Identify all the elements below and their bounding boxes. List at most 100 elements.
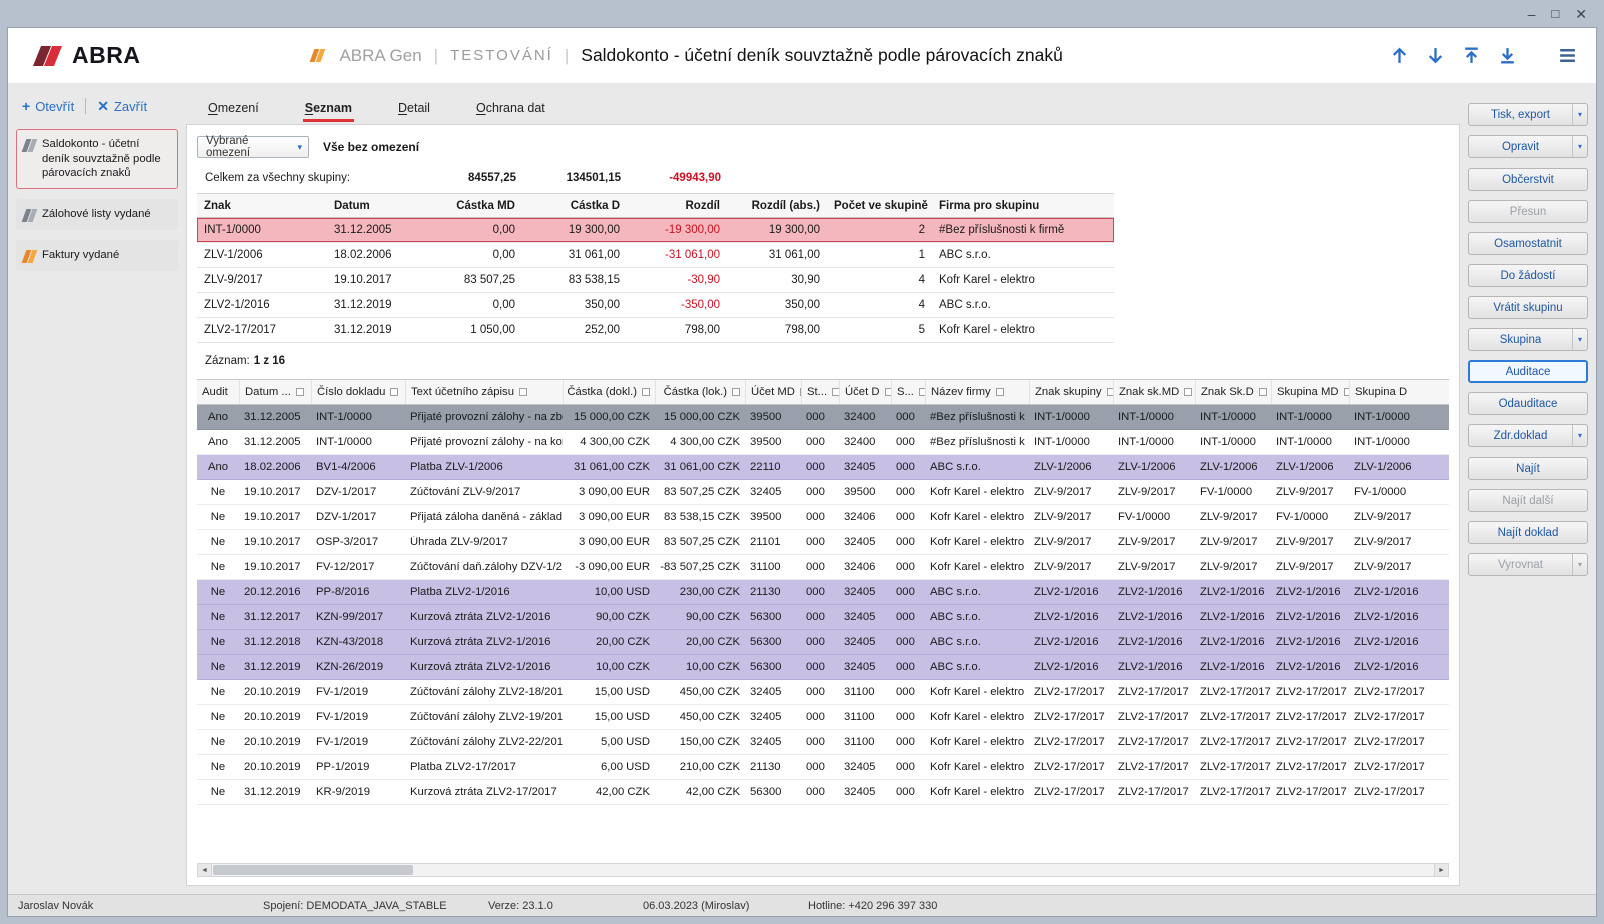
group-row[interactable]: ZLV-1/200618.02.20060,0031 061,00-31 061… bbox=[197, 243, 1114, 268]
horizontal-scrollbar[interactable]: ◄ ► bbox=[197, 863, 1449, 877]
arrow-to-top-icon[interactable] bbox=[1461, 45, 1482, 66]
groups-column-castka-md[interactable]: Částka MD bbox=[417, 200, 522, 212]
opravit-button[interactable]: Opravit▾ bbox=[1468, 135, 1588, 158]
najit-button[interactable]: Najít bbox=[1468, 457, 1588, 480]
open-button[interactable]: + Otevřít bbox=[22, 98, 74, 114]
journal-cell: Ne bbox=[197, 736, 239, 748]
tisk-export-button[interactable]: Tisk, export▾ bbox=[1468, 103, 1588, 126]
groups-column-datum[interactable]: Datum bbox=[327, 200, 417, 212]
vratit-skupinu-button[interactable]: Vrátit skupinu bbox=[1468, 296, 1588, 319]
odauditace-button[interactable]: Odauditace bbox=[1468, 392, 1588, 415]
filter-icon[interactable] bbox=[832, 388, 839, 396]
osamostatnit-button[interactable]: Osamostatnit bbox=[1468, 232, 1588, 255]
journal-row[interactable]: Ano31.12.2005INT-1/0000Přijaté provozní … bbox=[197, 405, 1449, 430]
journal-column-znak-sk-d[interactable]: Znak Sk.D bbox=[1195, 380, 1271, 404]
journal-row[interactable]: Ne31.12.2019KR-9/2019Kurzová ztráta ZLV2… bbox=[197, 780, 1449, 805]
journal-cell: Ne bbox=[197, 661, 239, 673]
journal-column-ucet-md[interactable]: Účet MD bbox=[745, 380, 801, 404]
journal-row[interactable]: Ne19.10.2017DZV-1/2017Zúčtování ZLV-9/20… bbox=[197, 480, 1449, 505]
filter-icon[interactable] bbox=[996, 388, 1004, 396]
journal-cell: ZLV2-17/2017 bbox=[1195, 686, 1271, 698]
najit-doklad-button[interactable]: Najít doklad bbox=[1468, 521, 1588, 544]
filter-icon[interactable] bbox=[642, 388, 650, 396]
journal-row[interactable]: Ne20.12.2016PP-8/2016Platba ZLV2-1/20161… bbox=[197, 580, 1449, 605]
groups-column-rozdil-abs[interactable]: Rozdíl (abs.) bbox=[727, 200, 827, 212]
group-row[interactable]: ZLV2-1/201631.12.20190,00350,00-350,0035… bbox=[197, 293, 1114, 318]
journal-column-cislo-dokladu[interactable]: Číslo dokladu bbox=[311, 380, 405, 404]
journal-column-castka-lok[interactable]: Částka (lok.) bbox=[655, 380, 745, 404]
menu-icon[interactable] bbox=[1557, 45, 1578, 66]
arrow-up-icon[interactable] bbox=[1389, 45, 1410, 66]
journal-column-nazev-firmy[interactable]: Název firmy bbox=[925, 380, 1029, 404]
journal-row[interactable]: Ne31.12.2018KZN-43/2018Kurzová ztráta ZL… bbox=[197, 630, 1449, 655]
obcerstvit-button[interactable]: Občerstvit bbox=[1468, 168, 1588, 191]
close-icon[interactable]: ✕ bbox=[1575, 7, 1587, 21]
journal-row[interactable]: Ne19.10.2017OSP-3/2017Úhrada ZLV-9/20173… bbox=[197, 530, 1449, 555]
group-row[interactable]: ZLV2-17/201731.12.20191 050,00252,00798,… bbox=[197, 318, 1114, 343]
journal-row[interactable]: Ano31.12.2005INT-1/0000Přijaté provozní … bbox=[197, 430, 1449, 455]
journal-column-castka-dokl[interactable]: Částka (dokl.) bbox=[563, 380, 655, 404]
groups-column-znak[interactable]: Znak bbox=[197, 200, 327, 212]
skupina-button[interactable]: Skupina▾ bbox=[1468, 328, 1588, 351]
module-icon bbox=[22, 249, 37, 263]
group-row[interactable]: INT-1/000031.12.20050,0019 300,00-19 300… bbox=[197, 218, 1114, 243]
filter-icon[interactable] bbox=[1259, 388, 1267, 396]
auditace-button[interactable]: Auditace bbox=[1468, 360, 1588, 383]
filter-icon[interactable] bbox=[732, 388, 740, 396]
scroll-left-icon[interactable]: ◄ bbox=[198, 864, 212, 876]
close-tab-button[interactable]: ✕ Zavřít bbox=[97, 98, 147, 115]
filter-icon[interactable] bbox=[296, 388, 304, 396]
tab-seznam[interactable]: Seznam bbox=[303, 93, 354, 123]
journal-cell: ZLV2-17/2017 bbox=[1113, 711, 1195, 723]
journal-column-s[interactable]: S... bbox=[891, 380, 925, 404]
tab-omezeni[interactable]: Omezení bbox=[206, 93, 261, 123]
journal-row[interactable]: Ne31.12.2019KZN-26/2019Kurzová ztráta ZL… bbox=[197, 655, 1449, 680]
journal-column-text-ucetniho-zapisu[interactable]: Text účetního zápisu bbox=[405, 380, 563, 404]
journal-column-st[interactable]: St... bbox=[801, 380, 839, 404]
sidebar-item-faktury-vydane[interactable]: Faktury vydané bbox=[16, 240, 178, 271]
arrow-down-icon[interactable] bbox=[1425, 45, 1446, 66]
journal-cell: Kofr Karel - elektro bbox=[925, 786, 1029, 798]
zdr-doklad-button[interactable]: Zdr.doklad▾ bbox=[1468, 424, 1588, 447]
journal-row[interactable]: Ne20.10.2019FV-1/2019Zúčtování zálohy ZL… bbox=[197, 730, 1449, 755]
filter-icon[interactable] bbox=[390, 388, 398, 396]
journal-column-znak-skupiny[interactable]: Znak skupiny bbox=[1029, 380, 1113, 404]
scroll-right-icon[interactable]: ► bbox=[1434, 864, 1448, 876]
filter-icon[interactable] bbox=[1184, 388, 1192, 396]
filter-icon[interactable] bbox=[519, 388, 527, 396]
tab-detail[interactable]: Detail bbox=[396, 93, 432, 123]
maximize-icon[interactable]: □ bbox=[1551, 7, 1559, 20]
journal-column-skupina-d[interactable]: Skupina D bbox=[1349, 380, 1425, 404]
groups-column-pocet-ve-skupine[interactable]: Počet ve skupině bbox=[827, 200, 932, 212]
journal-row[interactable]: Ne20.10.2019PP-1/2019Platba ZLV2-17/2017… bbox=[197, 755, 1449, 780]
minimize-icon[interactable]: – bbox=[1528, 7, 1536, 21]
journal-cell: ZLV2-1/2016 bbox=[1349, 661, 1425, 673]
journal-column-znak-sk-md[interactable]: Znak sk.MD bbox=[1113, 380, 1195, 404]
journal-cell: ZLV2-1/2016 bbox=[1271, 636, 1349, 648]
sidebar-item-saldokonto-ucetni-denik[interactable]: Saldokonto - účetní deník souvztažně pod… bbox=[16, 129, 178, 189]
restriction-dropdown[interactable]: Vybrané omezení ▾ bbox=[197, 136, 309, 158]
journal-column-datum[interactable]: Datum ... bbox=[239, 380, 311, 404]
scrollbar-thumb[interactable] bbox=[213, 865, 413, 875]
groups-column-firma-pro-skupinu[interactable]: Firma pro skupinu bbox=[932, 200, 1112, 212]
journal-row[interactable]: Ne20.10.2019FV-1/2019Zúčtování zálohy ZL… bbox=[197, 680, 1449, 705]
restriction-dropdown-label: Vybrané omezení bbox=[206, 135, 291, 159]
journal-cell: Zúčtování daň.zálohy DZV-1/2 bbox=[405, 561, 563, 573]
journal-column-skupina-md[interactable]: Skupina MD bbox=[1271, 380, 1349, 404]
journal-cell: 32405 bbox=[745, 486, 801, 498]
groups-column-castka-d[interactable]: Částka D bbox=[522, 200, 627, 212]
journal-row[interactable]: Ano18.02.2006BV1-4/2006Platba ZLV-1/2006… bbox=[197, 455, 1449, 480]
journal-row[interactable]: Ne31.12.2017KZN-99/2017Kurzová ztráta ZL… bbox=[197, 605, 1449, 630]
journal-row[interactable]: Ne19.10.2017FV-12/2017Zúčtování daň.zálo… bbox=[197, 555, 1449, 580]
groups-column-rozdil[interactable]: Rozdíl bbox=[627, 200, 727, 212]
do-zadosti-button[interactable]: Do žádostí bbox=[1468, 264, 1588, 287]
arrow-to-bottom-icon[interactable] bbox=[1497, 45, 1518, 66]
journal-row[interactable]: Ne20.10.2019FV-1/2019Zúčtování zálohy ZL… bbox=[197, 705, 1449, 730]
sidebar-item-zalohove-listy-vydane[interactable]: Zálohové listy vydané bbox=[16, 199, 178, 230]
tab-ochrana-dat[interactable]: Ochrana dat bbox=[474, 93, 547, 123]
summary-diff: -49943,90 bbox=[627, 172, 727, 184]
journal-row[interactable]: Ne19.10.2017DZV-1/2017Přijatá záloha dan… bbox=[197, 505, 1449, 530]
journal-column-audit[interactable]: Audit bbox=[197, 380, 239, 404]
group-row[interactable]: ZLV-9/201719.10.201783 507,2583 538,15-3… bbox=[197, 268, 1114, 293]
journal-column-ucet-d[interactable]: Účet D bbox=[839, 380, 891, 404]
